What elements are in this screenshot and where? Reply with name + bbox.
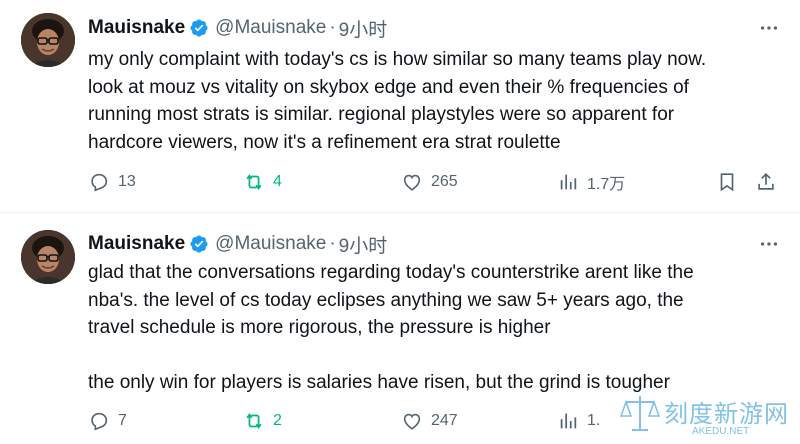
- tweet-text: my only complaint with today's cs is how…: [88, 49, 707, 153]
- views-button[interactable]: 1.7万: [557, 170, 625, 194]
- share-button[interactable]: [755, 170, 785, 194]
- tweet-text: glad that the conversations regarding to…: [88, 262, 694, 393]
- like-button[interactable]: 247: [401, 409, 458, 433]
- bookmark-icon: [720, 173, 734, 192]
- reply-icon: [91, 173, 108, 192]
- repost-button[interactable]: 4: [243, 170, 282, 194]
- views-icon: [560, 413, 577, 429]
- tweet[interactable]: Mauisnake @Mauisnake · 9小时 my only compl…: [0, 0, 800, 213]
- author-handle[interactable]: @Mauisnake: [215, 233, 326, 255]
- avatar[interactable]: [21, 13, 75, 67]
- timestamp[interactable]: 9小时: [339, 231, 388, 258]
- tweet-header: Mauisnake @Mauisnake · 9小时: [88, 231, 387, 257]
- more-icon[interactable]: [758, 233, 780, 255]
- watermark-subtext: AKEDU.NET: [692, 426, 750, 437]
- avatar[interactable]: [21, 230, 75, 284]
- repost-icon: [246, 413, 262, 429]
- views-button[interactable]: 1.: [557, 409, 600, 433]
- author-name[interactable]: Mauisnake: [88, 17, 185, 39]
- bookmark-button[interactable]: [716, 170, 746, 194]
- reply-count: 13: [118, 173, 136, 190]
- watermark-text: 刻度新游网: [664, 401, 789, 428]
- watermark: 刻度新游网 AKEDU.NET: [620, 392, 792, 440]
- like-icon: [403, 174, 421, 191]
- like-icon: [403, 413, 421, 430]
- reply-count: 7: [118, 412, 127, 429]
- repost-button[interactable]: 2: [243, 409, 282, 433]
- views-icon: [560, 174, 577, 190]
- repost-count: 2: [273, 412, 282, 429]
- separator-dot: ·: [329, 17, 336, 38]
- verified-badge-icon: [190, 235, 208, 253]
- author-name[interactable]: Mauisnake: [88, 233, 185, 255]
- verified-badge-icon: [190, 19, 208, 37]
- tweet-header: Mauisnake @Mauisnake · 9小时: [88, 15, 387, 41]
- like-count: 265: [431, 173, 458, 190]
- like-count: 247: [431, 412, 458, 429]
- like-button[interactable]: 265: [401, 170, 458, 194]
- action-bar: 13 4 265 1.7万: [88, 170, 782, 194]
- reply-icon: [91, 412, 108, 431]
- repost-count: 4: [273, 173, 282, 190]
- reply-button[interactable]: 13: [88, 170, 136, 194]
- timestamp[interactable]: 9小时: [339, 15, 388, 42]
- repost-icon: [246, 174, 262, 190]
- author-handle[interactable]: @Mauisnake: [215, 17, 326, 39]
- more-icon[interactable]: [758, 17, 780, 39]
- separator-dot: ·: [329, 233, 336, 254]
- reply-button[interactable]: 7: [88, 409, 127, 433]
- scale-logo-icon: [620, 396, 660, 431]
- share-icon: [758, 173, 774, 190]
- views-count: 1.7万: [587, 176, 626, 193]
- views-count: 1.: [587, 412, 601, 429]
